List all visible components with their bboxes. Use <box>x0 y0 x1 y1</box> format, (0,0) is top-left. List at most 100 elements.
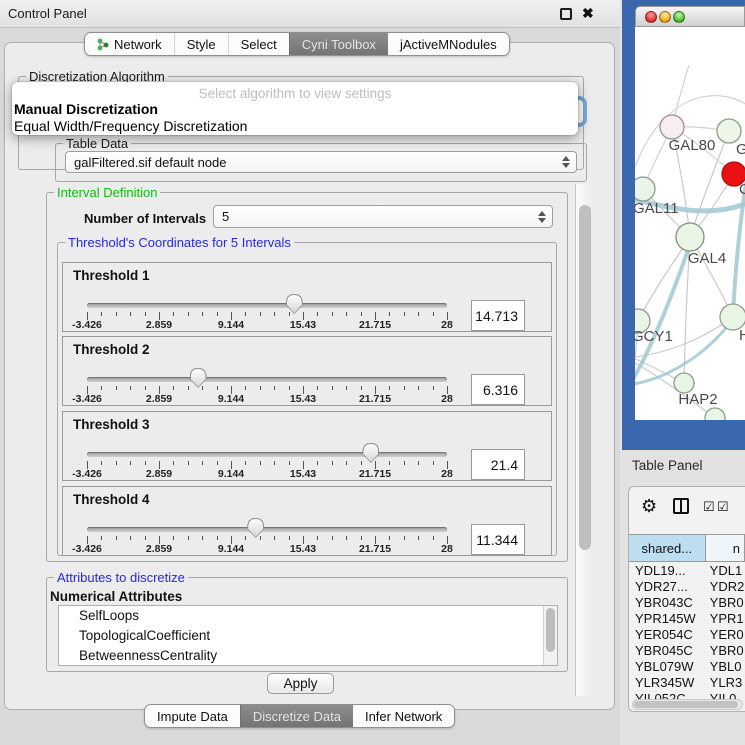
threshold-value-field[interactable]: 14.713 <box>471 300 525 331</box>
apply-button[interactable]: Apply <box>267 673 334 694</box>
table-cell: YBR0 <box>706 595 745 611</box>
slider-handle[interactable] <box>247 518 264 538</box>
table-row[interactable]: YBL079WYBL0 <box>629 659 745 675</box>
network-node-gal80[interactable] <box>660 115 684 139</box>
slider-tick <box>245 386 246 390</box>
table-cell: YBR043C <box>629 595 706 611</box>
bottom-tab-impute-data[interactable]: Impute Data <box>145 705 240 727</box>
network-node-g[interactable] <box>717 119 741 143</box>
table-row[interactable]: YIL052CYIL0 <box>629 691 745 699</box>
tab-label: Network <box>114 37 162 52</box>
table-row[interactable]: YBR045CYBR0 <box>629 643 745 659</box>
scrollbar-thumb[interactable] <box>634 701 738 708</box>
slider-tick <box>130 386 131 390</box>
table-row[interactable]: YER054CYER0 <box>629 627 745 643</box>
column-header-1[interactable]: shared... <box>629 535 706 561</box>
slider-tick <box>361 461 362 465</box>
slider-tick <box>260 461 261 465</box>
slider-track[interactable] <box>87 303 447 308</box>
bottom-tab-infer-network[interactable]: Infer Network <box>353 705 454 727</box>
zoom-traffic-light-icon[interactable] <box>673 11 685 23</box>
tab-style[interactable]: Style <box>174 33 228 55</box>
network-node-gal11[interactable] <box>635 177 655 201</box>
network-node-hap2[interactable] <box>674 373 694 393</box>
tab-label: Style <box>187 37 216 52</box>
slider-tick <box>418 312 419 316</box>
slider-tick <box>130 312 131 316</box>
close-icon[interactable]: ✖ <box>582 5 594 22</box>
top-tabstrip: Network Style SelectCyni ToolboxjActiveMNo… <box>84 32 510 56</box>
threshold-value-field[interactable]: 21.4 <box>471 449 525 480</box>
close-traffic-light-icon[interactable] <box>645 11 657 23</box>
bottom-tab-label: Impute Data <box>157 709 228 724</box>
slider-tick <box>361 536 362 540</box>
slider-tick-label: 2.859 <box>146 319 172 331</box>
slider-handle[interactable] <box>286 294 303 314</box>
slider-tick <box>332 386 333 390</box>
slider-tick <box>289 536 290 540</box>
table-data-combo[interactable]: galFiltered.sif default node <box>65 151 577 173</box>
network-view-window[interactable]: GAL80GCGAL11GAL4GCY1HHAP2 <box>622 0 745 450</box>
slider-track[interactable] <box>87 452 447 457</box>
network-node-gal4[interactable] <box>676 223 704 251</box>
horizontal-scrollbar[interactable] <box>632 699 743 710</box>
slider-track[interactable] <box>87 527 447 532</box>
slider-tick <box>245 312 246 316</box>
table-cell: YBL0 <box>706 659 745 675</box>
slider-tick-label: 21.715 <box>359 319 391 331</box>
number-of-intervals-value: 5 <box>222 209 229 224</box>
slider-handle[interactable] <box>190 368 207 388</box>
slider-tick-label: 15.43 <box>290 543 316 555</box>
popup-placeholder: Select algorithm to view settings <box>12 86 578 101</box>
checkbox-icon[interactable]: ☑ <box>703 499 715 515</box>
tab-jactivemnodules[interactable]: jActiveMNodules <box>388 33 509 55</box>
numerical-attributes-list[interactable]: SelfLoopsTopologicalCoefficientBetweenne… <box>58 605 558 666</box>
slider-track[interactable] <box>87 377 447 382</box>
slider-tick <box>433 312 434 316</box>
algorithm-dropdown-popup: Select algorithm to view settings Manual… <box>12 82 578 135</box>
gear-icon[interactable]: ⚙ <box>641 496 657 517</box>
vertical-scrollbar[interactable] <box>575 184 593 696</box>
scrollbar-thumb[interactable] <box>579 205 591 550</box>
popup-option-manual-discretization[interactable]: Manual Discretization <box>14 101 158 117</box>
tab-cyni-toolbox[interactable]: Cyni Toolbox <box>289 33 388 55</box>
slider-tick <box>346 312 347 316</box>
slider-tick <box>346 461 347 465</box>
slider-tick <box>217 312 218 316</box>
slider-tick-label: 2.859 <box>146 393 172 405</box>
attribute-list-item[interactable]: BetweennessCentrality <box>59 646 557 666</box>
tab-select[interactable]: Select <box>228 33 289 55</box>
threshold-label: Threshold 1 <box>73 268 150 283</box>
slider-tick <box>274 312 275 316</box>
threshold-value-field[interactable]: 11.344 <box>471 524 525 555</box>
table-cell: YDL1 <box>706 563 745 579</box>
slider-tick <box>418 536 419 540</box>
column-header-2[interactable]: n <box>706 535 745 561</box>
slider-handle[interactable] <box>362 443 379 463</box>
slider-tick <box>361 386 362 390</box>
slider-tick <box>145 386 146 390</box>
network-window-titlebar[interactable] <box>635 6 745 27</box>
network-canvas[interactable]: GAL80GCGAL11GAL4GCY1HHAP2 <box>635 27 745 420</box>
table-row[interactable]: YDL19...YDL1 <box>629 563 745 579</box>
float-window-icon[interactable] <box>560 8 572 20</box>
table-row[interactable]: YDR27...YDR2 <box>629 579 745 595</box>
columns-icon[interactable] <box>673 498 689 514</box>
slider-tick <box>389 386 390 390</box>
tab-network[interactable]: Network <box>85 33 174 55</box>
threshold-value-field[interactable]: 6.316 <box>471 374 525 405</box>
popup-option-equal-width-frequency-discretization[interactable]: Equal Width/Frequency Discretization <box>14 118 247 134</box>
list-scrollbar[interactable] <box>543 606 557 665</box>
table-row[interactable]: YBR043CYBR0 <box>629 595 745 611</box>
attribute-list-item[interactable]: SelfLoops <box>59 606 557 626</box>
attribute-list-item[interactable]: TopologicalCoefficient <box>59 626 557 646</box>
scrollbar-thumb[interactable] <box>546 608 555 652</box>
slider-tick <box>188 536 189 540</box>
checkbox-icon[interactable]: ☑ <box>717 499 729 515</box>
table-row[interactable]: YPR145WYPR1 <box>629 611 745 627</box>
number-of-intervals-combo[interactable]: 5 <box>213 205 553 228</box>
table-row[interactable]: YLR345WYLR3 <box>629 675 745 691</box>
minimize-traffic-light-icon[interactable] <box>659 11 671 23</box>
network-node[interactable] <box>705 408 725 420</box>
bottom-tab-discretize-data[interactable]: Discretize Data <box>240 705 353 727</box>
